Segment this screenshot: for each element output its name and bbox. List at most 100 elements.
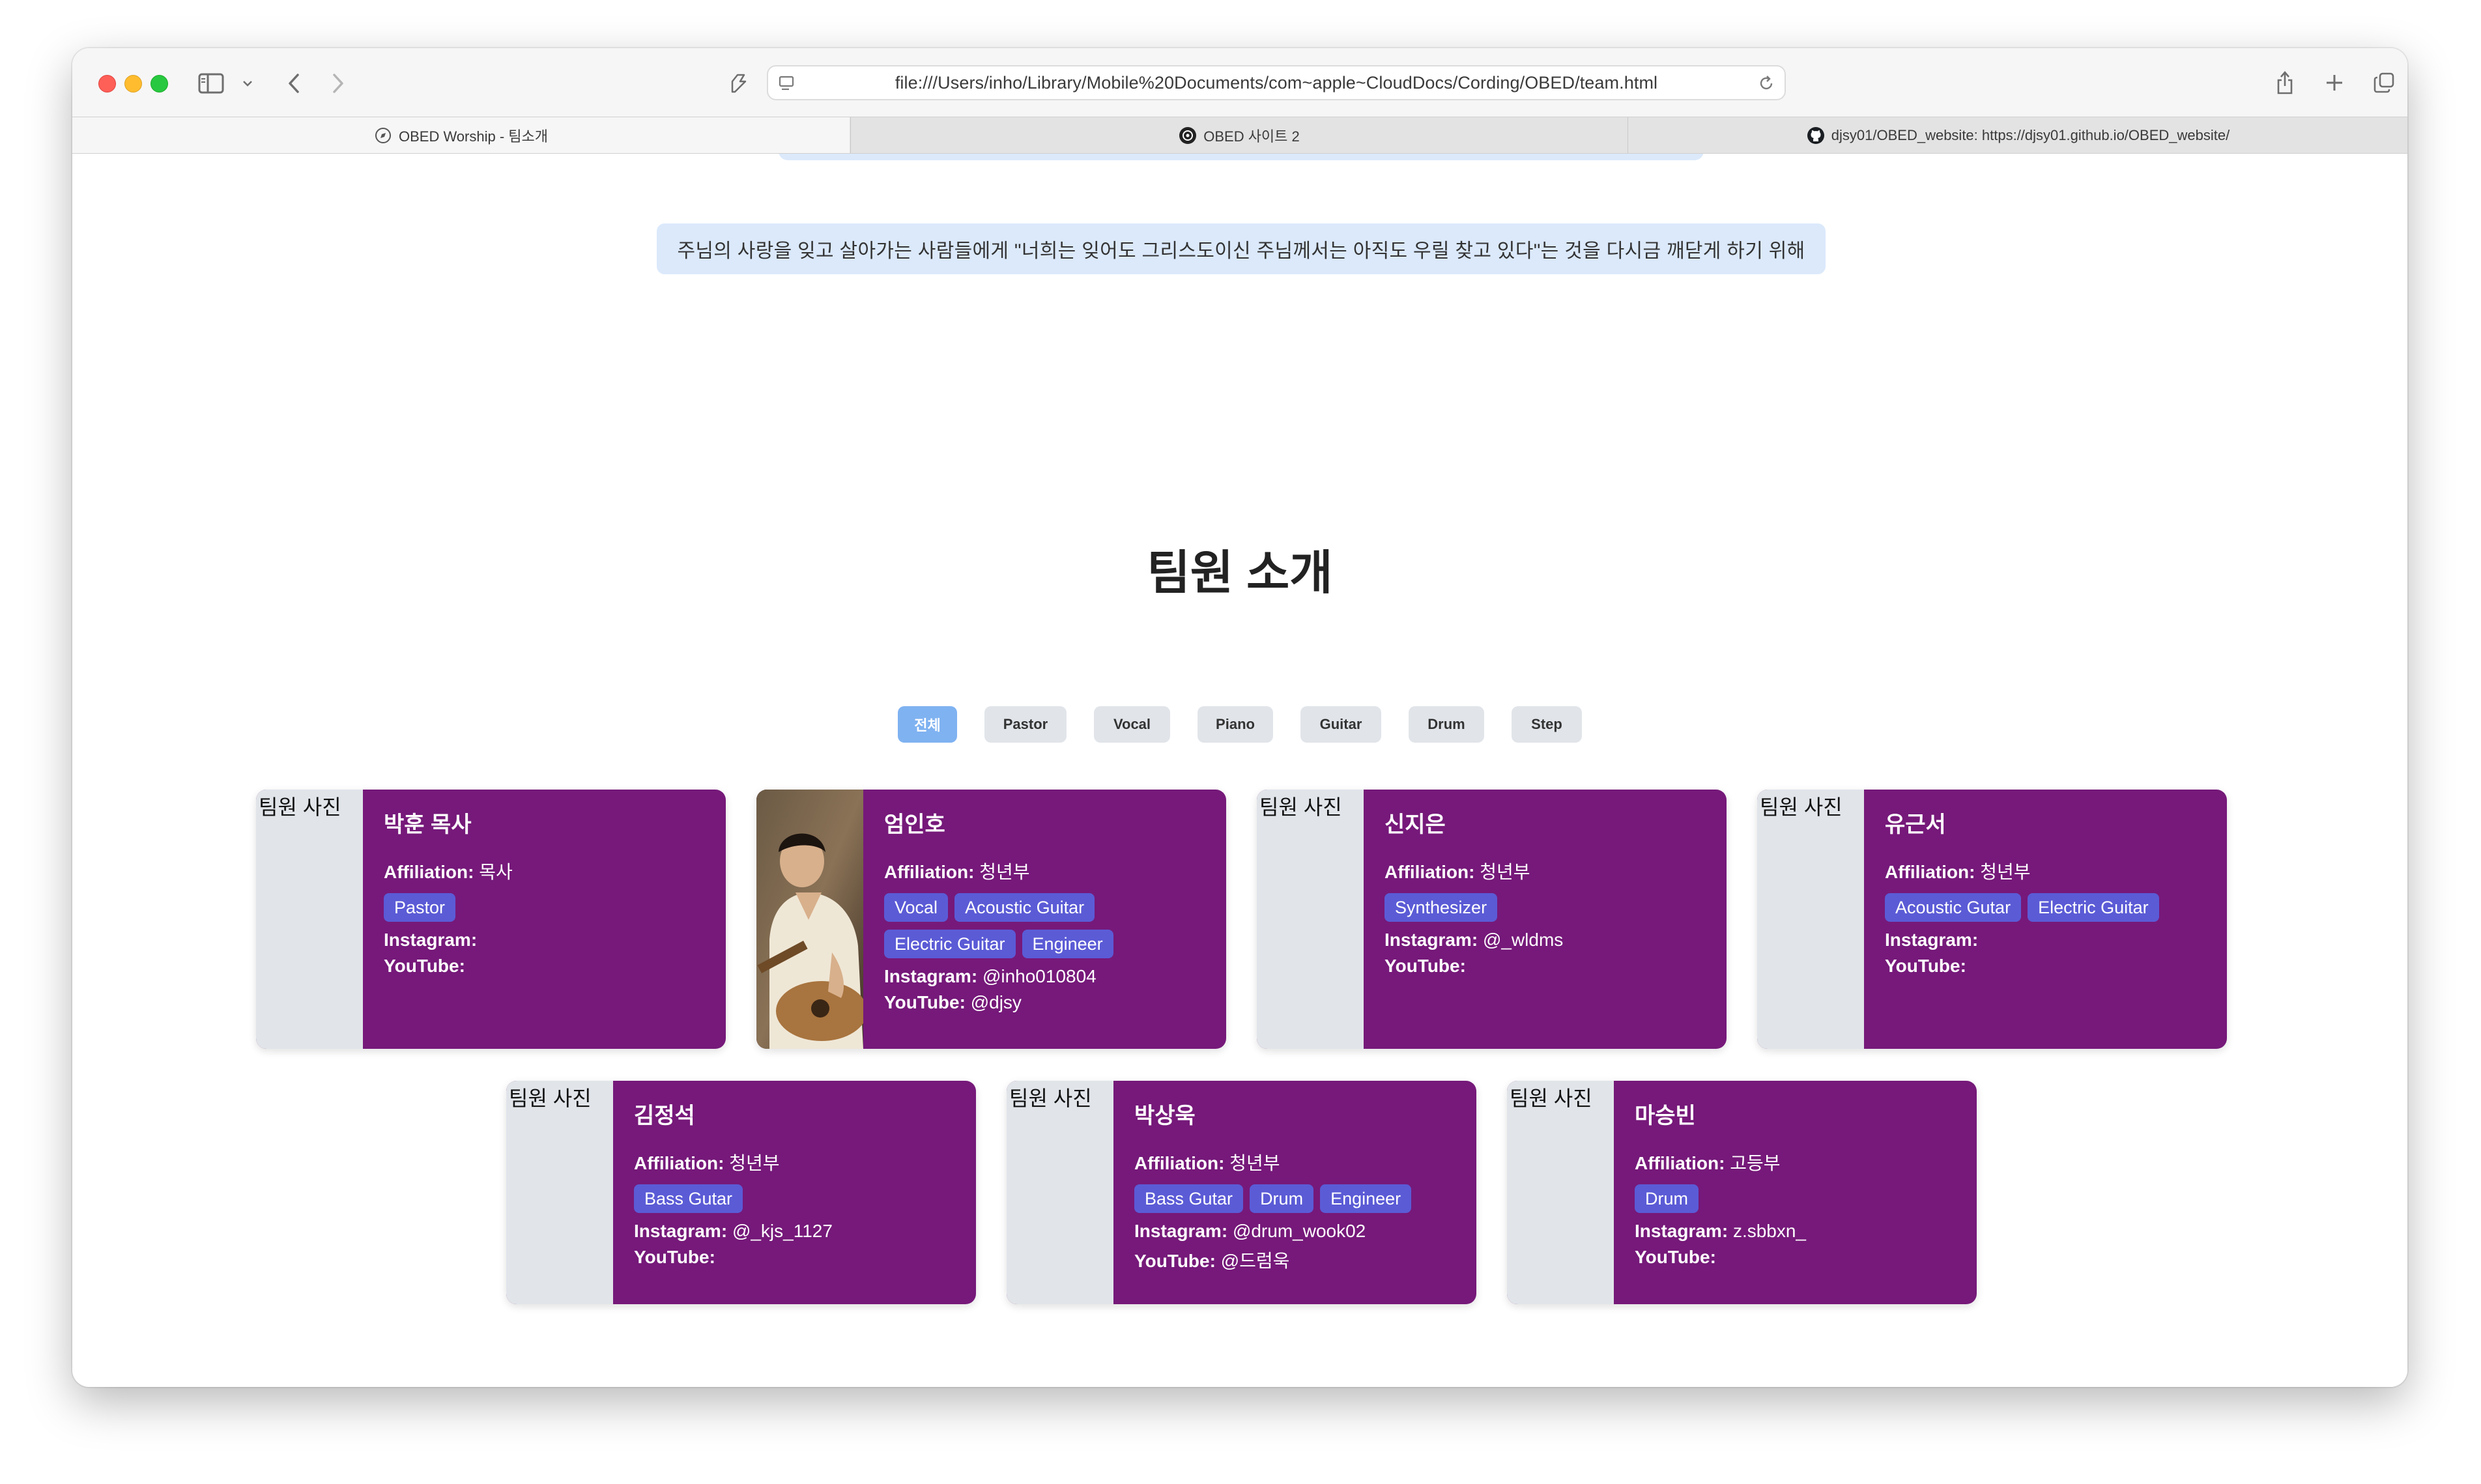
role-tag: Electric Guitar bbox=[884, 930, 1016, 958]
back-button[interactable] bbox=[280, 68, 308, 99]
affiliation-line: Affiliation: 청년부 bbox=[634, 1149, 963, 1175]
member-photo-placeholder: 팀원 사진 bbox=[256, 790, 363, 1049]
new-tab-icon[interactable] bbox=[2320, 66, 2349, 99]
affiliation-value: 청년부 bbox=[1480, 862, 1530, 882]
role-tag: Drum bbox=[1635, 1184, 1699, 1213]
instagram-line: Instagram: bbox=[384, 930, 713, 950]
role-tag: Synthesizer bbox=[1384, 893, 1498, 922]
youtube-label: YouTube: bbox=[384, 956, 465, 976]
affiliation-value: 청년부 bbox=[1980, 862, 2031, 882]
address-bar[interactable]: file:///Users/inho/Library/Mobile%20Docu… bbox=[767, 65, 1786, 100]
tab-label: OBED Worship - 팀소개 bbox=[398, 128, 549, 145]
url-text[interactable]: file:///Users/inho/Library/Mobile%20Docu… bbox=[768, 66, 1785, 99]
role-tags: Bass Gutar bbox=[634, 1184, 963, 1213]
affiliation-value: 목사 bbox=[479, 862, 513, 882]
member-info: 김정석 Affiliation: 청년부 Bass Gutar Instagra… bbox=[634, 1098, 963, 1273]
role-tag: Engineer bbox=[1320, 1184, 1412, 1213]
member-name: 박훈 목사 bbox=[384, 812, 472, 837]
chevron-down-icon[interactable] bbox=[240, 73, 255, 94]
tab-obed-site-2[interactable]: OBED 사이트 2 bbox=[850, 117, 1628, 153]
affiliation-line: Affiliation: 청년부 bbox=[1134, 1149, 1463, 1175]
instagram-value[interactable]: @_wldms bbox=[1483, 930, 1563, 950]
tab-bar: OBED Worship - 팀소개 OBED 사이트 2 djsy01/OBE… bbox=[72, 117, 2407, 154]
affiliation-line: Affiliation: 청년부 bbox=[884, 858, 1213, 884]
affiliation-label: Affiliation: bbox=[1134, 1153, 1225, 1173]
tab-overview-icon[interactable] bbox=[2370, 66, 2398, 99]
member-photo-placeholder: 팀원 사진 bbox=[506, 1081, 613, 1304]
affiliation-line: Affiliation: 청년부 bbox=[1384, 858, 1714, 884]
member-card[interactable]: 팀원 사진 김정석 Affiliation: 청년부 Bass Gutar In… bbox=[506, 1081, 976, 1304]
affiliation-label: Affiliation: bbox=[884, 862, 975, 882]
member-card[interactable]: 팀원 사진 유근서 Affiliation: 청년부 Acoustic Guta… bbox=[1757, 790, 2227, 1049]
page-content: 주님의 사랑을 잊고 살아가는 사람들에게 "너희는 잊어도 그리스도이신 주님… bbox=[72, 154, 2407, 1387]
browser-toolbar: file:///Users/inho/Library/Mobile%20Docu… bbox=[72, 48, 2407, 117]
member-name: 엄인호 bbox=[884, 812, 945, 837]
reload-icon[interactable] bbox=[1755, 72, 1778, 95]
photo-alt-text: 팀원 사진 bbox=[1009, 1087, 1092, 1110]
member-card[interactable]: 팀원 사진 마승빈 Affiliation: 고등부 Drum Instagra… bbox=[1507, 1081, 1977, 1304]
affiliation-value: 청년부 bbox=[729, 1153, 780, 1173]
instagram-line: Instagram: z.sbbxn_ bbox=[1635, 1221, 1964, 1242]
member-photo-placeholder: 팀원 사진 bbox=[1757, 790, 1864, 1049]
member-info: 마승빈 Affiliation: 고등부 Drum Instagram: z.s… bbox=[1635, 1098, 1964, 1273]
member-card[interactable]: 팀원 사진 신지은 Affiliation: 청년부 Synthesizer I… bbox=[1257, 790, 1727, 1049]
photo-alt-text: 팀원 사진 bbox=[1510, 1087, 1592, 1110]
member-card[interactable]: 엄인호 Affiliation: 청년부 Vocal Acoustic Guit… bbox=[756, 790, 1226, 1049]
youtube-line: YouTube: bbox=[384, 956, 713, 977]
github-icon bbox=[1807, 126, 1825, 145]
member-card[interactable]: 팀원 사진 박훈 목사 Affiliation: 목사 Pastor Insta… bbox=[256, 790, 726, 1049]
minimize-window-button[interactable] bbox=[124, 75, 142, 93]
role-tags: Bass Gutar Drum Engineer bbox=[1134, 1184, 1463, 1213]
instagram-line: Instagram: @drum_wook02 bbox=[1134, 1221, 1463, 1242]
tab-label: djsy01/OBED_website: https://djsy01.gith… bbox=[1831, 126, 2230, 143]
instagram-label: Instagram: bbox=[1885, 930, 1979, 950]
member-card[interactable]: 팀원 사진 박상욱 Affiliation: 청년부 Bass Gutar Dr… bbox=[1007, 1081, 1476, 1304]
youtube-value[interactable]: @djsy bbox=[971, 992, 1022, 1012]
role-tag: Vocal bbox=[884, 893, 949, 922]
tab-obed-worship[interactable]: OBED Worship - 팀소개 bbox=[72, 117, 850, 153]
zoom-window-button[interactable] bbox=[151, 75, 168, 93]
share-icon[interactable] bbox=[2271, 66, 2299, 99]
youtube-label: YouTube: bbox=[634, 1247, 715, 1267]
photo-alt-text: 팀원 사진 bbox=[259, 795, 341, 819]
role-tag: Electric Guitar bbox=[2028, 893, 2159, 922]
youtube-line: YouTube: bbox=[1885, 956, 2214, 977]
youtube-label: YouTube: bbox=[1384, 956, 1466, 976]
instagram-value[interactable]: @inho010804 bbox=[982, 966, 1097, 986]
affiliation-value: 청년부 bbox=[979, 862, 1030, 882]
affiliation-line: Affiliation: 고등부 bbox=[1635, 1149, 1964, 1175]
affiliation-label: Affiliation: bbox=[634, 1153, 724, 1173]
privacy-report-icon[interactable] bbox=[724, 68, 753, 99]
youtube-line: YouTube: @djsy bbox=[884, 992, 1213, 1013]
youtube-label: YouTube: bbox=[1635, 1247, 1716, 1267]
tab-github-repo[interactable]: djsy01/OBED_website: https://djsy01.gith… bbox=[1628, 117, 2407, 153]
instagram-label: Instagram: bbox=[384, 930, 478, 950]
member-name: 신지은 bbox=[1384, 812, 1446, 837]
affiliation-label: Affiliation: bbox=[1384, 862, 1475, 882]
youtube-label: YouTube: bbox=[1885, 956, 1966, 976]
member-cards: 팀원 사진 박훈 목사 Affiliation: 목사 Pastor Insta… bbox=[72, 154, 2407, 1387]
role-tag: Drum bbox=[1250, 1184, 1314, 1213]
role-tags: Pastor bbox=[384, 893, 713, 922]
member-name: 김정석 bbox=[634, 1104, 695, 1128]
forward-button[interactable] bbox=[324, 68, 352, 99]
role-tags: Vocal Acoustic Guitar Electric Guitar En… bbox=[884, 893, 1213, 958]
instagram-label: Instagram: bbox=[1635, 1221, 1728, 1241]
instagram-label: Instagram: bbox=[884, 966, 978, 986]
instagram-value[interactable]: @drum_wook02 bbox=[1233, 1221, 1366, 1241]
photo-alt-text: 팀원 사진 bbox=[1259, 795, 1342, 819]
photo-alt-text: 팀원 사진 bbox=[509, 1087, 592, 1110]
instagram-value[interactable]: z.sbbxn_ bbox=[1733, 1221, 1806, 1241]
photo-alt-text: 팀원 사진 bbox=[1760, 795, 1843, 819]
sidebar-icon[interactable] bbox=[198, 70, 224, 96]
role-tag: Pastor bbox=[384, 893, 456, 922]
youtube-value[interactable]: @드럼욱 bbox=[1221, 1251, 1290, 1271]
instagram-value[interactable]: @_kjs_1127 bbox=[732, 1221, 833, 1241]
close-window-button[interactable] bbox=[98, 75, 116, 93]
affiliation-label: Affiliation: bbox=[384, 862, 474, 882]
member-info: 박훈 목사 Affiliation: 목사 Pastor Instagram: … bbox=[384, 806, 713, 982]
instagram-label: Instagram: bbox=[1134, 1221, 1228, 1241]
youtube-line: YouTube: bbox=[1635, 1247, 1964, 1268]
compass-icon bbox=[374, 126, 392, 145]
affiliation-value: 청년부 bbox=[1229, 1153, 1280, 1173]
